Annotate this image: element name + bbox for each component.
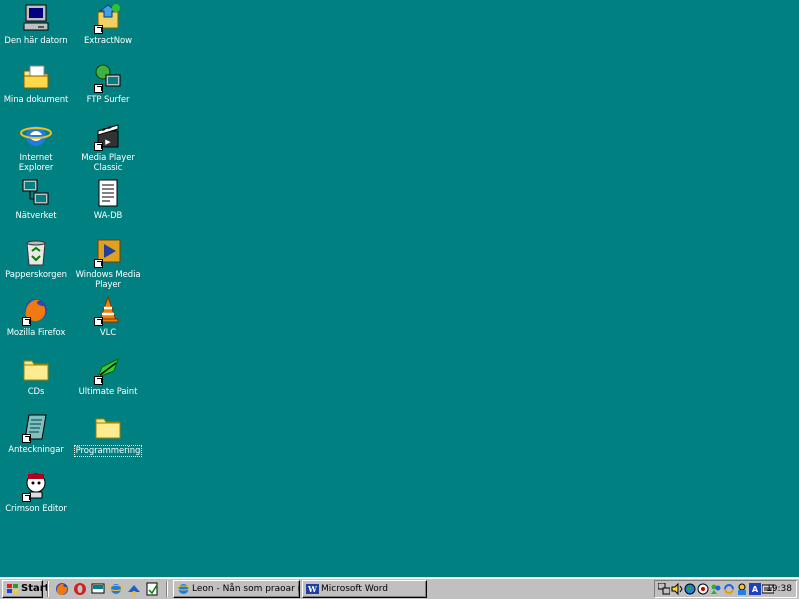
internet-explorer-icon <box>177 584 190 594</box>
shortcut-arrow-icon <box>94 25 103 34</box>
desktop-icon-media-player-classic[interactable]: ▶ Media Player Classic <box>72 119 144 173</box>
tray-language-icon[interactable]: A <box>749 583 761 595</box>
shortcut-arrow-icon <box>94 259 103 268</box>
desktop-icon-anteckningar[interactable]: Anteckningar <box>0 411 72 455</box>
quicklaunch-outlook-icon[interactable] <box>126 582 142 596</box>
quicklaunch-desktop-icon[interactable] <box>90 582 106 596</box>
extractnow-icon <box>92 2 124 34</box>
desktop-icon-label: Ultimate Paint <box>78 387 138 397</box>
desktop-icon-my-documents[interactable]: Mina dokument <box>0 61 72 105</box>
shortcut-arrow-icon <box>22 317 31 326</box>
tray-volume-icon[interactable] <box>671 582 683 596</box>
quicklaunch-opera-icon[interactable] <box>72 582 88 596</box>
shortcut-arrow-icon <box>94 84 103 93</box>
internet-explorer-icon <box>20 119 52 151</box>
media-player-classic-icon: ▶ <box>92 119 124 151</box>
document-icon <box>92 177 124 209</box>
tray-user-icon[interactable] <box>736 583 748 595</box>
taskbar-separator <box>47 581 49 597</box>
desktop-icon-label: Anteckningar <box>8 445 64 455</box>
tray-clock[interactable]: 19:38 <box>766 581 792 597</box>
desktop-icon-ultimate-paint[interactable]: Ultimate Paint <box>72 353 144 397</box>
tray-messenger-icon[interactable] <box>710 583 722 595</box>
desktop-icon-recycle-bin[interactable]: Papperskorgen <box>0 236 72 280</box>
ftp-surfer-icon <box>92 61 124 93</box>
svg-text:W: W <box>307 584 318 594</box>
taskbar: Start Leon - Nån som praoar när... W Mic… <box>0 577 799 599</box>
desktop-icon-network[interactable]: Nätverket <box>0 177 72 221</box>
desktop-icon-label: ExtractNow <box>84 36 132 46</box>
start-button[interactable]: Start <box>2 580 49 598</box>
word-icon: W <box>306 584 319 594</box>
recycle-bin-icon <box>20 236 52 268</box>
desktop-icon-label: Nätverket <box>15 211 57 221</box>
task-button-microsoft-word[interactable]: W Microsoft Word <box>302 580 427 598</box>
tray-update-icon[interactable] <box>723 583 735 595</box>
quicklaunch-notepad-icon[interactable] <box>144 582 160 596</box>
start-label: Start <box>21 583 50 594</box>
system-tray: A 19:38 <box>654 580 797 598</box>
task-button-leon[interactable]: Leon - Nån som praoar när... <box>173 580 300 598</box>
network-icon <box>20 177 52 209</box>
crimson-editor-icon <box>20 470 52 502</box>
desktop-icon-windows-media-player[interactable]: Windows Media Player <box>72 236 144 290</box>
desktop-icon-vlc[interactable]: VLC <box>72 294 144 338</box>
shortcut-arrow-icon <box>94 317 103 326</box>
computer-icon <box>20 2 52 34</box>
desktop-icon-wa-db[interactable]: WA-DB <box>72 177 144 221</box>
tray-globe-icon[interactable] <box>684 583 696 595</box>
desktop-icon-label: Programmering <box>73 445 143 457</box>
desktop-icon-label: Windows Media Player <box>75 270 141 290</box>
desktop-icon-label: VLC <box>99 328 117 338</box>
desktop-icon-label: FTP Surfer <box>86 95 130 105</box>
desktop-icon-mozilla-firefox[interactable]: Mozilla Firefox <box>0 294 72 338</box>
desktop-icon-my-computer[interactable]: Den här datorn <box>0 2 72 46</box>
shortcut-arrow-icon <box>22 434 31 443</box>
windows-logo-icon <box>7 584 18 593</box>
folder-icon <box>92 411 124 443</box>
windows-media-player-icon <box>92 236 124 268</box>
desktop-icon-crimson-editor[interactable]: Crimson Editor <box>0 470 72 514</box>
desktop-icon-label: Papperskorgen <box>5 270 67 280</box>
desktop-icon-label: CDs <box>27 387 45 397</box>
desktop-icon-cds[interactable]: CDs <box>0 353 72 397</box>
svg-text:▶: ▶ <box>105 138 111 146</box>
task-label: Leon - Nån som praoar när... <box>192 584 299 594</box>
documents-folder-icon <box>20 61 52 93</box>
firefox-icon <box>20 294 52 326</box>
taskbar-separator <box>166 581 168 597</box>
desktop: Den här datorn Mina dokument Internet Ex… <box>0 0 799 577</box>
shortcut-arrow-icon <box>94 142 103 151</box>
desktop-icon-label: Crimson Editor <box>5 504 67 514</box>
folder-icon <box>20 353 52 385</box>
shortcut-arrow-icon <box>94 376 103 385</box>
paint-icon <box>92 353 124 385</box>
task-label: Microsoft Word <box>321 584 388 594</box>
tray-antivirus-icon[interactable] <box>697 583 709 595</box>
tray-network-icon[interactable] <box>657 582 671 595</box>
vlc-icon <box>92 294 124 326</box>
desktop-icon-label: Internet Explorer <box>18 153 54 173</box>
desktop-icon-label: Mozilla Firefox <box>6 328 66 338</box>
desktop-icon-ftp-surfer[interactable]: FTP Surfer <box>72 61 144 105</box>
desktop-icon-internet-explorer[interactable]: Internet Explorer <box>0 119 72 173</box>
desktop-icon-label: Mina dokument <box>3 95 69 105</box>
desktop-icon-label: Media Player Classic <box>81 153 135 173</box>
shortcut-arrow-icon <box>22 493 31 502</box>
quicklaunch-firefox-icon[interactable] <box>54 582 70 596</box>
desktop-icon-programmering[interactable]: Programmering <box>72 411 144 457</box>
desktop-icon-extractnow[interactable]: ExtractNow <box>72 2 144 46</box>
desktop-icon-label: WA-DB <box>93 211 123 221</box>
svg-text:A: A <box>752 585 759 594</box>
notepad-icon <box>20 411 52 443</box>
quicklaunch-internet-explorer-icon[interactable] <box>108 582 124 596</box>
desktop-icon-label: Den här datorn <box>4 36 68 46</box>
